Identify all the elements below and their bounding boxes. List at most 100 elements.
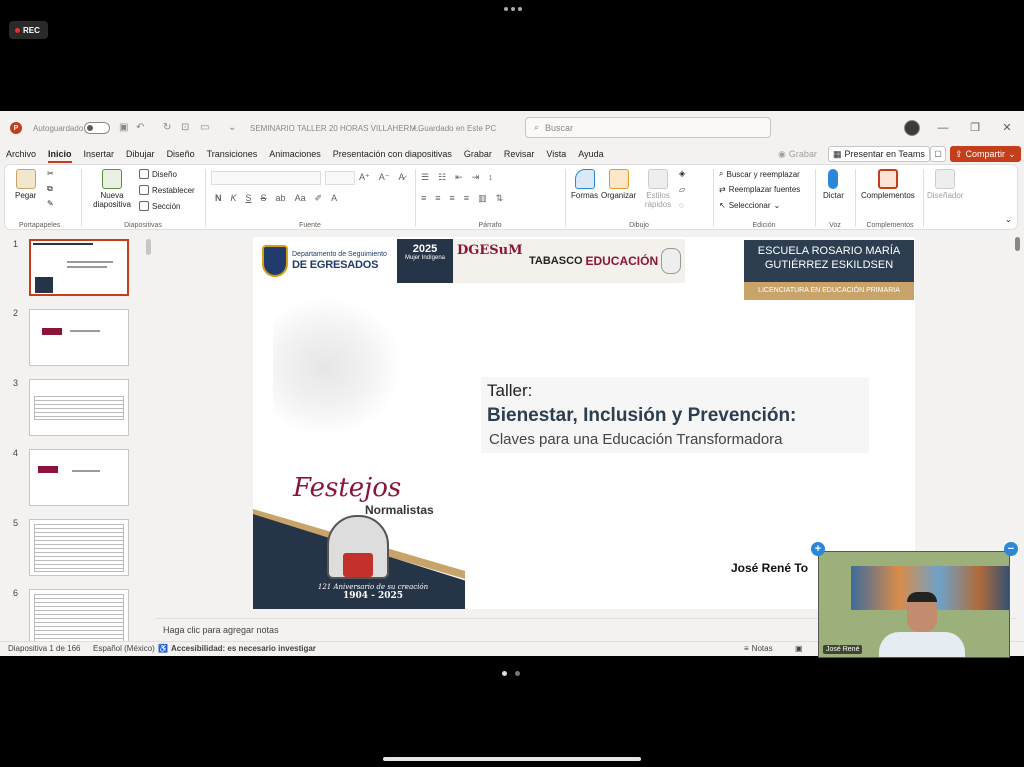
layout-button[interactable]: Diseño [139, 169, 177, 179]
mujer-indigena-badge: 2025 Mujer Indígena [397, 239, 453, 283]
line-spacing-icon[interactable]: ↕ [488, 172, 493, 183]
account-avatar[interactable] [904, 120, 920, 136]
tab-transiciones[interactable]: Transiciones [201, 145, 264, 163]
notes-toggle[interactable]: ≡ Notas [744, 644, 773, 653]
minimize-icon[interactable]: — [936, 121, 950, 135]
paragraph-group-label: Párrafo [478, 222, 502, 229]
underline-button[interactable]: S [246, 193, 252, 204]
shape-effects-icon[interactable]: ◌ [679, 201, 684, 210]
increase-indent-icon[interactable]: ⇥ [472, 172, 480, 183]
align-right-icon[interactable]: ≡ [450, 193, 455, 204]
font-size-box[interactable] [325, 171, 355, 185]
change-case-icon[interactable]: Aa [295, 193, 306, 204]
numbering-icon[interactable]: ☷ [438, 172, 446, 183]
find-replace-button[interactable]: ⌕ Buscar y reemplazar [719, 169, 800, 179]
slide-thumbnail-2[interactable] [29, 309, 129, 366]
tab-archivo[interactable]: Archivo [0, 145, 42, 163]
video-call-window[interactable]: José René [818, 551, 1010, 658]
format-painter-icon[interactable]: ✎ [47, 199, 54, 208]
slide-thumbnail-6[interactable] [29, 589, 129, 641]
video-expand-icon[interactable]: + [811, 542, 825, 556]
tab-diseno[interactable]: Diseño [161, 145, 201, 163]
thumbnails-scrollbar[interactable] [146, 239, 151, 255]
clear-format-icon[interactable]: A̷ [399, 172, 405, 183]
save-state[interactable]: • Guardado en Este PC [413, 111, 496, 145]
decrease-indent-icon[interactable]: ⇤ [455, 172, 463, 183]
cut-icon[interactable]: ✂ [47, 169, 54, 178]
video-minimize-icon[interactable]: − [1004, 542, 1018, 556]
present-in-teams-button[interactable]: ▦ Presentar en Teams [828, 146, 930, 162]
close-icon[interactable]: ✕ [1000, 121, 1014, 135]
grow-font-icon[interactable]: A⁺ [359, 172, 370, 183]
justify-icon[interactable]: ≡ [464, 193, 469, 204]
save-icon[interactable]: ▣ [119, 123, 129, 133]
tab-ayuda[interactable]: Ayuda [572, 145, 609, 163]
undo-icon[interactable]: ↶ [136, 123, 146, 133]
share-button[interactable]: ⇪ Compartir ⌄ [950, 146, 1021, 162]
tab-dibujar[interactable]: Dibujar [120, 145, 161, 163]
replace-fonts-button[interactable]: ⇄ Reemplazar fuentes [719, 185, 800, 194]
tab-revisar[interactable]: Revisar [498, 145, 541, 163]
font-name-box[interactable] [211, 171, 321, 185]
align-center-icon[interactable]: ≡ [435, 193, 440, 204]
bold-button[interactable]: N [215, 193, 222, 204]
autosave-toggle[interactable] [84, 122, 110, 134]
tab-inicio[interactable]: Inicio [42, 145, 78, 163]
multitasking-dots-icon[interactable] [504, 7, 522, 11]
normal-view-icon[interactable]: ▣ [795, 644, 803, 653]
text-direction-icon[interactable]: ⇅ [496, 193, 504, 204]
align-left-icon[interactable]: ≡ [421, 193, 426, 204]
bullets-icon[interactable]: ☰ [421, 172, 429, 183]
strikethrough-button[interactable]: S [261, 193, 267, 204]
slide-thumbnail-1[interactable] [29, 239, 129, 296]
slideshow-icon[interactable]: ▭ [200, 123, 210, 133]
restore-icon[interactable]: ❐ [968, 121, 982, 135]
select-button[interactable]: ↖ Seleccionar ⌄ [719, 201, 780, 210]
home-indicator[interactable] [383, 757, 641, 761]
slide-thumbnail-4[interactable] [29, 449, 129, 506]
slide-scrollbar[interactable] [1015, 237, 1020, 251]
font-group-label: Fuente [299, 222, 321, 229]
italic-button[interactable]: K [231, 193, 237, 204]
addins-button[interactable]: Complementos [861, 169, 915, 200]
search-placeholder: Buscar [545, 122, 574, 133]
quick-styles-button[interactable]: Estilos rápidos [643, 169, 673, 209]
shrink-font-icon[interactable]: A⁻ [379, 172, 390, 183]
title-textbox[interactable]: Taller: Bienestar, Inclusión y Prevenció… [481, 377, 869, 453]
search-box[interactable]: ⌕ Buscar [525, 117, 771, 138]
columns-icon[interactable]: ▥ [478, 193, 487, 204]
reset-button[interactable]: Restablecer [139, 185, 195, 195]
language-status[interactable]: Español (México) [93, 644, 155, 653]
recording-label: REC [23, 25, 40, 35]
collapse-ribbon-icon[interactable]: ⌄ [1005, 215, 1012, 224]
accessibility-status[interactable]: ♿ Accesibilidad: es necesario investigar [158, 644, 316, 653]
record-button[interactable]: ◉ Grabar [778, 146, 817, 162]
shape-fill-icon[interactable]: ◈ [679, 169, 685, 178]
font-color-icon[interactable]: A [331, 193, 337, 204]
ribbon-divider [81, 169, 82, 227]
char-spacing-button[interactable]: ab [276, 193, 286, 204]
shapes-button[interactable]: Formas [571, 169, 598, 200]
slide-thumbnail-3[interactable] [29, 379, 129, 436]
tab-insertar[interactable]: Insertar [78, 145, 121, 163]
comments-icon[interactable]: ▢ [930, 146, 946, 162]
tab-animaciones[interactable]: Animaciones [263, 145, 327, 163]
arrange-button[interactable]: Organizar [601, 169, 636, 200]
present-icon[interactable]: ⊡ [181, 123, 191, 133]
highlight-icon[interactable]: ✐ [315, 193, 323, 204]
section-button[interactable]: Sección [139, 201, 180, 211]
copy-icon[interactable]: ⧉ [47, 184, 53, 194]
customize-toolbar-icon[interactable]: ⌄ [228, 123, 238, 133]
designer-button[interactable]: Diseñador [927, 169, 963, 200]
new-slide-button[interactable]: Nueva diapositiva [87, 169, 137, 209]
redo-icon[interactable]: ↻ [163, 123, 173, 133]
tab-presentacion[interactable]: Presentación con diapositivas [327, 145, 458, 163]
document-title[interactable]: SEMINARIO TALLER 20 HORAS VILLAHERM... [250, 111, 423, 145]
tab-grabar[interactable]: Grabar [458, 145, 498, 163]
shape-outline-icon[interactable]: ▱ [679, 185, 685, 194]
paste-button[interactable]: Pegar [15, 169, 36, 200]
dictate-button[interactable]: Dictar [823, 169, 844, 200]
tab-vista[interactable]: Vista [540, 145, 572, 163]
ribbon-divider [855, 169, 856, 227]
slide-thumbnail-5[interactable] [29, 519, 129, 576]
